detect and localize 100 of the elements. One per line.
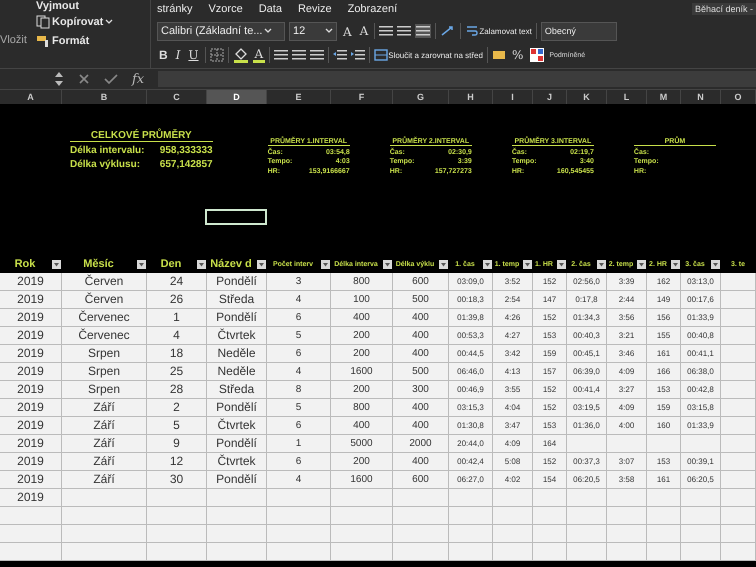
ribbon-tab[interactable]: Revize [298, 3, 332, 15]
table-cell: 600 [393, 273, 449, 291]
copy-button[interactable]: Kopírovat [36, 14, 114, 30]
filter-dropdown-icon[interactable] [637, 260, 646, 268]
table-cell [721, 543, 756, 561]
table-cell: 152 [533, 399, 567, 417]
table-cell: 01:36,0 [567, 417, 607, 435]
filter-dropdown-icon[interactable] [321, 260, 330, 268]
align-right-icon[interactable] [310, 49, 324, 61]
filter-dropdown-icon[interactable] [523, 260, 532, 268]
table-cell: 25 [147, 363, 207, 381]
table-cell [493, 525, 533, 543]
table-cell [0, 525, 62, 543]
align-top-icon[interactable] [379, 25, 394, 37]
indent-decrease-icon[interactable] [333, 49, 348, 61]
table-cell: 3:46 [607, 345, 647, 363]
table-cell: Neděle [207, 363, 267, 381]
table-cell [721, 327, 756, 345]
table-cell: 3 [267, 273, 331, 291]
caret-icon [105, 19, 114, 25]
fill-color-icon[interactable] [232, 47, 249, 63]
paste-button[interactable]: Vložit [0, 0, 36, 68]
number-format-dropdown[interactable]: Obecný [540, 22, 617, 40]
merge-icon [374, 48, 388, 62]
table-cell: 1 [147, 309, 207, 327]
percent-button[interactable]: % [510, 48, 526, 62]
align-middle-icon[interactable] [397, 25, 412, 37]
filter-dropdown-icon[interactable] [483, 260, 492, 268]
font-shrink-button[interactable]: A [358, 24, 370, 38]
font-grow-button[interactable]: A [341, 23, 354, 39]
merge-center-button[interactable]: Sloučit a zarovnat na střed [374, 48, 483, 62]
table-cell [607, 507, 647, 525]
bold-button[interactable]: B [157, 48, 170, 62]
table-cell: 02:56,0 [567, 273, 607, 291]
table-cell: 164 [533, 435, 567, 453]
table-cell [147, 489, 207, 507]
filter-dropdown-icon[interactable] [197, 260, 206, 268]
table-cell [647, 543, 681, 561]
table-cell [0, 507, 62, 525]
filter-dropdown-icon[interactable] [711, 260, 720, 268]
table-cell: Pondělí [207, 309, 267, 327]
table-cell: 4:00 [607, 417, 647, 435]
filter-dropdown-icon[interactable] [439, 260, 448, 268]
ribbon-tab[interactable]: Vzorce [208, 3, 243, 15]
table-cell [393, 489, 449, 507]
table-cell: 00:42,4 [449, 453, 493, 471]
table-cell: 01:30,8 [449, 417, 493, 435]
format-painter-button[interactable]: Formát [36, 33, 114, 49]
ribbon-tab[interactable]: Zobrazení [348, 3, 398, 15]
table-cell: 161 [647, 471, 681, 489]
table-cell [267, 489, 331, 507]
table-cell: 200 [331, 453, 393, 471]
table-cell: 3:55 [493, 381, 533, 399]
filter-dropdown-icon[interactable] [52, 260, 61, 268]
filter-dropdown-icon[interactable] [383, 260, 392, 268]
check-icon[interactable] [104, 73, 118, 85]
cut-button[interactable]: Vyjmout [36, 1, 114, 11]
filter-dropdown-icon[interactable] [557, 260, 566, 268]
table-cell [681, 435, 721, 453]
align-left-icon[interactable] [274, 49, 288, 61]
table-cell: 800 [331, 399, 393, 417]
table-cell: Pondělí [207, 471, 267, 489]
ribbon-tab[interactable]: stránky [157, 3, 192, 15]
align-center-icon[interactable] [292, 49, 306, 61]
font-color-button[interactable]: A [252, 48, 266, 62]
italic-button[interactable]: I [174, 48, 182, 62]
indent-increase-icon[interactable] [351, 49, 366, 61]
ribbon-tab[interactable]: Data [258, 3, 282, 15]
font-size-dropdown[interactable]: 12 [289, 22, 337, 40]
table-cell [567, 489, 607, 507]
filter-dropdown-icon[interactable] [137, 260, 146, 268]
filter-dropdown-icon[interactable] [257, 260, 266, 268]
table-cell [721, 291, 756, 309]
table-cell: 200 [331, 345, 393, 363]
summary-title: CELKOVÉ PRŮMĚRY [70, 130, 213, 142]
wrap-text-button[interactable]: Zalamovat text [465, 24, 532, 38]
conditional-format-icon[interactable] [529, 47, 546, 63]
column-header[interactable]: D [207, 90, 267, 104]
close-icon[interactable] [78, 73, 90, 85]
table-cell: 01:33,9 [681, 309, 721, 327]
filter-dropdown-icon[interactable] [671, 260, 680, 268]
table-cell [331, 489, 393, 507]
function-label[interactable]: fx [132, 72, 144, 86]
table-cell: Červen [62, 291, 147, 309]
up-down-arrows-icon[interactable] [54, 71, 64, 87]
filter-dropdown-icon[interactable] [597, 260, 606, 268]
table-cell: 5 [267, 399, 331, 417]
font-name-dropdown[interactable]: Calibri (Základní te... [157, 22, 285, 40]
borders-icon[interactable] [210, 48, 224, 62]
table-cell [393, 543, 449, 561]
table-cell [207, 525, 267, 543]
table-cell [449, 543, 493, 561]
table-cell [533, 489, 567, 507]
selected-cell[interactable] [205, 209, 267, 225]
table-cell: 166 [647, 363, 681, 381]
align-bottom-icon[interactable] [416, 25, 430, 37]
table-cell [147, 507, 207, 525]
table-cell [721, 309, 756, 327]
table-cell: 00:40,3 [567, 327, 607, 345]
underline-button[interactable]: U [186, 48, 201, 62]
